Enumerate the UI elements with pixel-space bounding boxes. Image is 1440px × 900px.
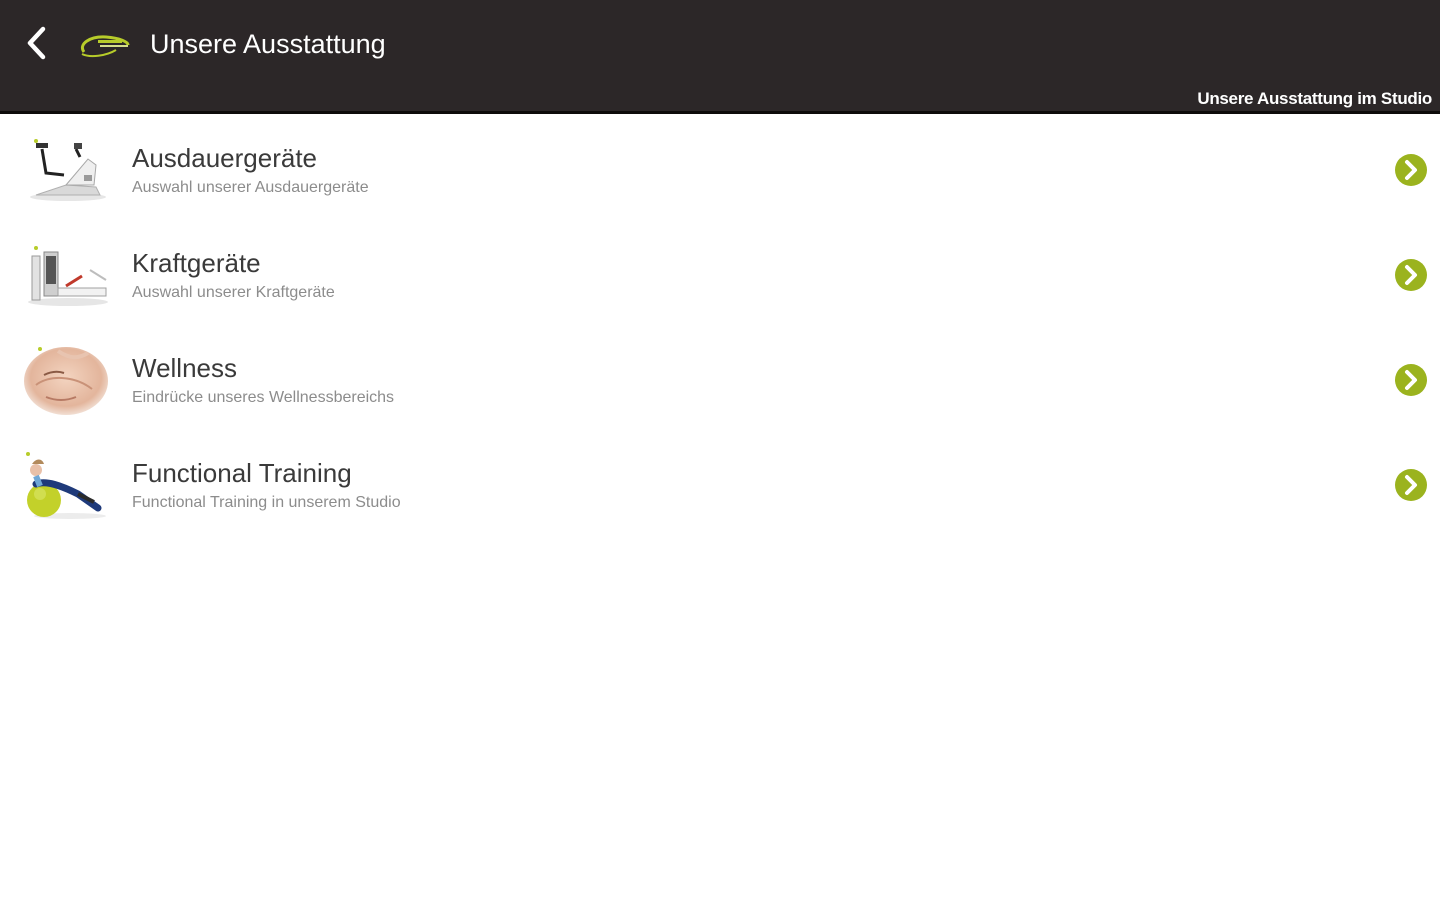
exercise-bike-image — [30, 139, 106, 201]
brand-logo-icon — [81, 35, 130, 58]
page-subtitle: Unsere Ausstattung im Studio — [1197, 89, 1432, 108]
equipment-list: Ausdauergeräte Auswahl unserer Ausdauerg… — [0, 117, 1440, 537]
list-item-ausdauergeraete[interactable]: Ausdauergeräte Auswahl unserer Ausdauerg… — [0, 117, 1440, 222]
item-title: Functional Training — [132, 458, 352, 488]
list-item-kraftgeraete[interactable]: Kraftgeräte Auswahl unserer Kraftgeräte — [0, 222, 1440, 327]
back-button[interactable] — [16, 22, 56, 64]
item-description: Auswahl unserer Kraftgeräte — [132, 284, 335, 301]
item-title: Kraftgeräte — [132, 248, 261, 278]
app-header: Unsere Ausstattung Unsere Ausstattung im… — [0, 0, 1440, 114]
item-title: Ausdauergeräte — [132, 143, 318, 173]
chevron-left-icon — [27, 26, 46, 60]
chevron-right-circle-icon[interactable] — [1394, 153, 1428, 187]
wellness-face-image — [24, 347, 108, 415]
item-title: Wellness — [132, 353, 238, 383]
item-description: Auswahl unserer Ausdauergeräte — [132, 179, 369, 196]
chevron-right-circle-icon[interactable] — [1394, 468, 1428, 502]
page-title: Unsere Ausstattung — [150, 29, 386, 59]
item-description: Eindrücke unseres Wellnessbereichs — [132, 389, 395, 406]
chevron-right-circle-icon[interactable] — [1394, 363, 1428, 397]
list-item-functional-training[interactable]: Functional Training Functional Training … — [0, 432, 1440, 537]
fitness-ball-image — [26, 452, 106, 519]
chevron-right-circle-icon[interactable] — [1394, 258, 1428, 292]
app-screen: Unsere Ausstattung Unsere Ausstattung im… — [0, 0, 1440, 900]
item-description: Functional Training in unserem Studio — [132, 494, 401, 511]
weight-machine-image — [28, 246, 108, 306]
list-item-wellness[interactable]: Wellness Eindrücke unseres Wellnessberei… — [0, 327, 1440, 432]
